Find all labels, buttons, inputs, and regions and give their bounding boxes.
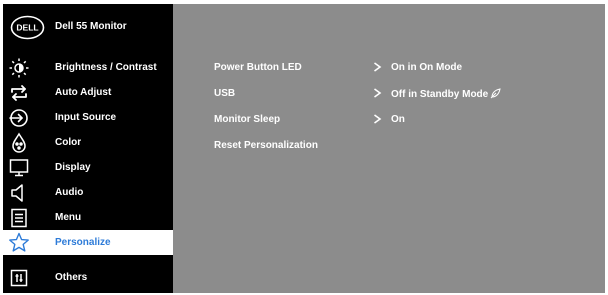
chevron-right-icon <box>373 62 382 72</box>
sidebar-item-input-source[interactable]: Input Source <box>3 105 173 130</box>
sidebar-item-label: Others <box>55 272 88 283</box>
sidebar-item-display[interactable]: Display <box>3 155 173 180</box>
sidebar-item-label: Input Source <box>55 112 117 123</box>
sidebar: DELL Dell 55 Monitor Brightness / Contra… <box>3 4 173 293</box>
auto-adjust-icon <box>8 82 30 104</box>
monitor-title: Dell 55 Monitor <box>55 21 127 32</box>
setting-row-power-button-led[interactable]: Power Button LED On in On Mode <box>173 58 605 80</box>
sidebar-item-brightness-contrast[interactable]: Brightness / Contrast <box>3 55 173 80</box>
star-icon <box>8 232 30 254</box>
svg-text:DELL: DELL <box>16 23 38 33</box>
display-icon <box>8 157 30 179</box>
audio-icon <box>8 182 30 204</box>
sidebar-item-color[interactable]: Color <box>3 130 173 155</box>
brightness-icon <box>8 57 30 79</box>
input-source-icon <box>8 107 30 129</box>
setting-row-reset-personalization[interactable]: Reset Personalization <box>173 136 605 158</box>
sidebar-item-label: Auto Adjust <box>55 87 112 98</box>
sidebar-item-label: Display <box>55 162 91 173</box>
setting-row-monitor-sleep[interactable]: Monitor Sleep On <box>173 110 605 132</box>
setting-name: Monitor Sleep <box>214 114 281 125</box>
sidebar-item-label: Personalize <box>55 237 111 248</box>
sidebar-item-label: Color <box>55 137 82 148</box>
setting-value: Off in Standby Mode <box>391 88 501 100</box>
setting-row-usb[interactable]: USB Off in Standby Mode <box>173 84 605 106</box>
sidebar-item-menu[interactable]: Menu <box>3 205 173 230</box>
sidebar-item-label: Audio <box>55 187 84 198</box>
sidebar-item-audio[interactable]: Audio <box>3 180 173 205</box>
monitor-osd: DELL Dell 55 Monitor Brightness / Contra… <box>3 4 605 293</box>
others-icon <box>8 267 30 289</box>
sidebar-item-label: Brightness / Contrast <box>55 62 157 73</box>
setting-name: Reset Personalization <box>214 140 318 151</box>
energy-leaf-icon <box>490 88 501 99</box>
sidebar-item-others[interactable]: Others <box>3 265 173 290</box>
setting-value: On in On Mode <box>391 62 463 73</box>
osd-header: DELL Dell 55 Monitor <box>3 4 173 49</box>
color-icon <box>8 132 30 154</box>
setting-value: On <box>391 114 405 125</box>
menu-icon <box>8 207 30 229</box>
chevron-right-icon <box>373 114 382 124</box>
chevron-right-icon <box>373 88 382 98</box>
sidebar-item-label: Menu <box>55 212 82 223</box>
sidebar-item-personalize[interactable]: Personalize <box>3 230 173 255</box>
sidebar-item-auto-adjust[interactable]: Auto Adjust <box>3 80 173 105</box>
settings-panel: Power Button LED On in On Mode USB Off i… <box>173 4 605 293</box>
setting-name: USB <box>214 88 236 99</box>
dell-logo: DELL <box>10 15 45 40</box>
setting-name: Power Button LED <box>214 62 302 73</box>
